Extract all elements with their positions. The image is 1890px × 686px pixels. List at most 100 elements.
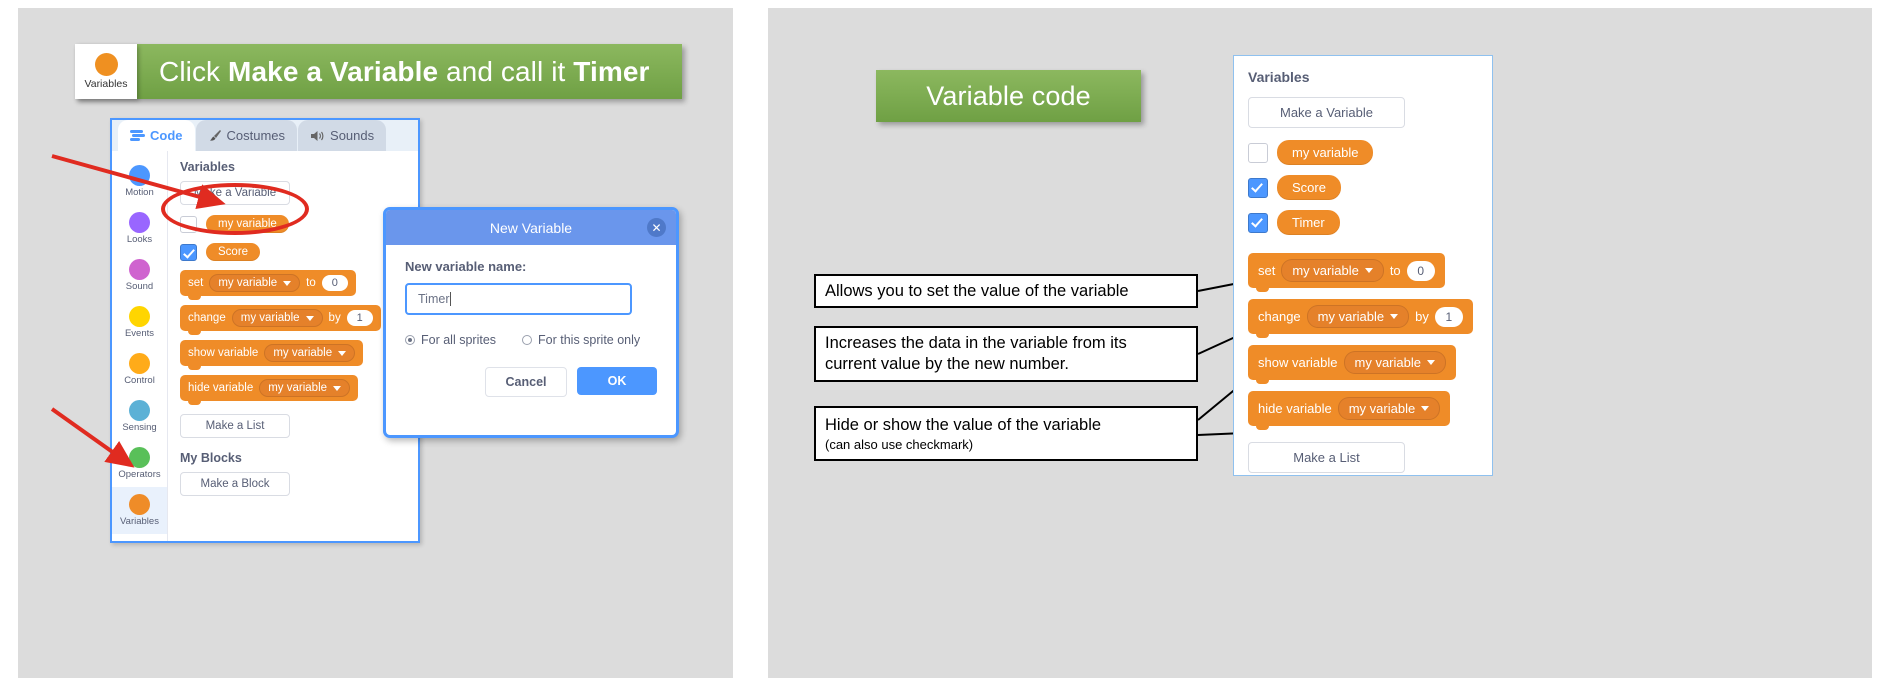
- block-set-variable[interactable]: set my variable to 0: [180, 270, 356, 300]
- right-block-set-dropdown[interactable]: my variable: [1281, 259, 1384, 282]
- paintbrush-icon: [208, 129, 222, 142]
- scope-radio-group: For all sprites For this sprite only: [405, 333, 657, 347]
- control-color-dot: [129, 353, 150, 374]
- right-variable-pill-my-variable[interactable]: my variable: [1277, 140, 1374, 165]
- close-icon[interactable]: ✕: [647, 218, 666, 237]
- radio-for-all-sprites[interactable]: For all sprites: [405, 333, 496, 347]
- banner-part-2: Make a Variable: [228, 55, 439, 87]
- block-change-dropdown[interactable]: my variable: [231, 309, 323, 327]
- tab-costumes[interactable]: Costumes: [195, 120, 298, 151]
- ok-button[interactable]: OK: [577, 367, 657, 395]
- right-block-hide-dropdown[interactable]: my variable: [1337, 397, 1441, 420]
- block-show-label: show variable: [188, 347, 259, 359]
- block-set-dropdown[interactable]: my variable: [209, 274, 301, 292]
- variables-color-dot: [129, 494, 150, 515]
- block-change-dropdown-value: my variable: [240, 312, 300, 324]
- right-block-set-mid: to: [1389, 263, 1401, 278]
- block-change-variable[interactable]: change my variable by 1: [180, 305, 381, 335]
- right-variable-checkbox-my-variable[interactable]: [1248, 142, 1268, 163]
- dialog-button-row: Cancel OK: [386, 367, 676, 397]
- right-variable-checkbox-timer[interactable]: [1248, 212, 1268, 233]
- variable-pill-score[interactable]: Score: [206, 243, 261, 261]
- variable-checkbox-score[interactable]: [180, 243, 197, 261]
- dialog-title-bar: New Variable ✕: [386, 210, 676, 245]
- chevron-down-icon: [1364, 268, 1373, 273]
- new-variable-name-label: New variable name:: [405, 259, 527, 274]
- block-show-variable[interactable]: show variable my variable: [180, 340, 364, 370]
- chevron-down-icon: [1390, 314, 1399, 319]
- right-block-show-dropdown-value: my variable: [1354, 355, 1421, 370]
- cancel-button[interactable]: Cancel: [485, 367, 567, 397]
- variable-name-input[interactable]: Timer: [405, 283, 632, 315]
- category-my-blocks[interactable]: My Blocks: [112, 534, 167, 543]
- block-set-label: set: [188, 277, 204, 289]
- chevron-down-icon: [305, 315, 314, 321]
- category-control[interactable]: Control: [112, 346, 167, 393]
- right-block-hide-variable[interactable]: hide variable my variable: [1248, 391, 1451, 430]
- radio-for-this-sprite-only[interactable]: For this sprite only: [522, 333, 640, 347]
- variables-icon-label: Variables: [84, 78, 128, 90]
- right-make-a-variable-button[interactable]: Make a Variable: [1248, 97, 1405, 128]
- right-make-a-list-button[interactable]: Make a List: [1248, 442, 1405, 473]
- category-sound-label: Sound: [125, 281, 154, 292]
- left-banner-text: Click Make a Variable and call it Timer: [137, 56, 650, 88]
- tab-code-label: Code: [150, 128, 183, 143]
- dialog-body: New variable name: Timer For all sprites…: [386, 245, 676, 347]
- right-block-change-value[interactable]: 1: [1434, 306, 1463, 327]
- chevron-down-icon: [1421, 406, 1430, 411]
- right-block-set-value[interactable]: 0: [1406, 260, 1435, 281]
- tab-sounds[interactable]: Sounds: [298, 120, 387, 151]
- right-variable-row-timer[interactable]: Timer: [1248, 210, 1492, 235]
- dialog-title: New Variable: [489, 219, 573, 236]
- callout-change-text-line2: current value by the new number.: [825, 355, 1069, 373]
- right-block-set-label: set: [1258, 263, 1276, 278]
- callout-change-text-line1: Increases the data in the variable from …: [825, 334, 1127, 352]
- radio-all-sprites-label: For all sprites: [421, 333, 497, 347]
- editor-tab-bar: Code Costumes Sounds: [112, 120, 418, 151]
- banner-part-4: Timer: [573, 55, 650, 87]
- variables-color-dot: [94, 53, 118, 76]
- block-hide-variable[interactable]: hide variable my variable: [180, 375, 359, 405]
- chevron-down-icon: [338, 350, 347, 356]
- palette-heading-my-blocks: My Blocks: [180, 451, 242, 465]
- events-color-dot: [129, 306, 150, 327]
- right-variable-row-my-variable[interactable]: my variable: [1248, 140, 1492, 165]
- arrow-to-variables-category: [50, 407, 135, 468]
- make-a-list-button[interactable]: Make a List: [180, 414, 290, 438]
- text-cursor: [450, 292, 452, 306]
- block-set-value[interactable]: 0: [321, 275, 348, 291]
- right-banner-text: Variable code: [926, 80, 1091, 111]
- right-block-change-label: change: [1258, 309, 1301, 324]
- category-events[interactable]: Events: [112, 299, 167, 346]
- right-block-change-mid: by: [1415, 309, 1429, 324]
- category-variables[interactable]: Variables: [112, 487, 167, 534]
- chevron-down-icon: [283, 280, 292, 286]
- right-block-change-dropdown[interactable]: my variable: [1306, 305, 1410, 328]
- right-variable-pill-score[interactable]: Score: [1277, 175, 1341, 200]
- block-hide-dropdown-value: my variable: [268, 382, 328, 394]
- right-variable-pill-timer[interactable]: Timer: [1277, 210, 1340, 235]
- right-variable-row-score[interactable]: Score: [1248, 175, 1492, 200]
- radio-this-sprite-label: For this sprite only: [538, 333, 641, 347]
- block-hide-dropdown[interactable]: my variable: [259, 379, 351, 397]
- radio-this-sprite-indicator: [522, 335, 533, 345]
- right-variables-panel[interactable]: Variables Make a Variable my variable Sc…: [1233, 55, 1493, 476]
- block-hide-label: hide variable: [188, 382, 254, 394]
- make-a-block-button[interactable]: Make a Block: [180, 472, 290, 496]
- block-show-dropdown[interactable]: my variable: [264, 344, 356, 362]
- tab-code[interactable]: Code: [118, 120, 195, 151]
- chevron-down-icon: [1426, 360, 1435, 365]
- category-sound[interactable]: Sound: [112, 252, 167, 299]
- my-blocks-color-dot: [129, 541, 150, 543]
- tab-costumes-label: Costumes: [226, 128, 286, 143]
- right-variable-checkbox-score[interactable]: [1248, 177, 1268, 198]
- right-block-show-variable[interactable]: show variable my variable: [1248, 345, 1456, 384]
- right-block-change-variable[interactable]: change my variable by 1: [1248, 299, 1473, 338]
- block-change-value[interactable]: 1: [346, 310, 373, 326]
- block-set-mid: to: [306, 277, 316, 289]
- right-block-show-dropdown[interactable]: my variable: [1343, 351, 1446, 374]
- category-control-label: Control: [124, 375, 155, 386]
- right-block-set-variable[interactable]: set my variable to 0: [1248, 253, 1445, 292]
- category-looks[interactable]: Looks: [112, 205, 167, 252]
- chevron-down-icon: [333, 385, 342, 391]
